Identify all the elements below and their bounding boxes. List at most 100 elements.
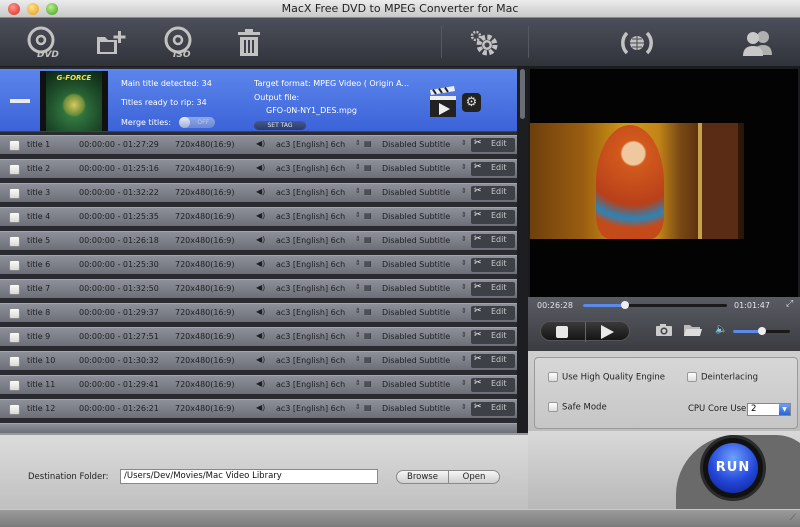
browse-button[interactable]: Browse xyxy=(396,470,449,484)
title-row[interactable]: title 5 00:00:00 - 01:26:18 720x480(16:9) ◀… xyxy=(0,231,517,250)
subtitle-select[interactable]: Disabled Subtitle xyxy=(382,404,450,413)
deinterlacing-checkbox[interactable] xyxy=(687,372,697,382)
title-checkbox[interactable] xyxy=(9,332,20,343)
edit-button[interactable]: ✂ Edit xyxy=(471,402,515,416)
title-row[interactable]: title 10 00:00:00 - 01:30:32 720x480(16:9)… xyxy=(0,351,517,370)
subtitle-select[interactable]: Disabled Subtitle xyxy=(382,284,450,293)
subtitle-select[interactable]: Disabled Subtitle xyxy=(382,188,450,197)
subtitle-stepper-icon[interactable]: ⇕ xyxy=(461,235,467,243)
title-checkbox[interactable] xyxy=(9,308,20,319)
safe-mode-option[interactable]: Safe Mode xyxy=(548,402,607,413)
title-row[interactable]: title 9 00:00:00 - 01:27:51 720x480(16:9) ◀… xyxy=(0,327,517,346)
title-row[interactable]: title 11 00:00:00 - 01:29:41 720x480(16:9)… xyxy=(0,375,517,394)
load-iso-button[interactable]: ISO xyxy=(156,24,202,62)
play-button[interactable] xyxy=(601,325,614,339)
subtitle-stepper-icon[interactable]: ⇕ xyxy=(461,379,467,387)
audio-track-select[interactable]: ac3 [English] 6ch xyxy=(276,332,345,341)
add-folder-button[interactable] xyxy=(88,24,134,62)
collapse-button[interactable] xyxy=(10,99,30,103)
subtitle-stepper-icon[interactable]: ⇕ xyxy=(461,283,467,291)
title-row[interactable]: title 6 00:00:00 - 01:25:30 720x480(16:9) ◀… xyxy=(0,255,517,274)
title-checkbox[interactable] xyxy=(9,380,20,391)
target-format-button[interactable] xyxy=(428,86,458,118)
about-button[interactable] xyxy=(735,24,781,62)
destination-folder-input[interactable]: /Users/Dev/Movies/Mac Video Library xyxy=(120,469,378,484)
stop-button[interactable] xyxy=(556,326,568,338)
audio-track-select[interactable]: ac3 [English] 6ch xyxy=(276,380,345,389)
subtitle-stepper-icon[interactable]: ⇕ xyxy=(461,139,467,147)
audio-stepper-icon[interactable]: ⇕ xyxy=(355,283,361,291)
minimize-window-button[interactable] xyxy=(27,3,39,15)
subtitle-stepper-icon[interactable]: ⇕ xyxy=(461,163,467,171)
audio-track-select[interactable]: ac3 [English] 6ch xyxy=(276,140,345,149)
audio-stepper-icon[interactable]: ⇕ xyxy=(355,211,361,219)
audio-stepper-icon[interactable]: ⇕ xyxy=(355,379,361,387)
title-row[interactable]: title 1 00:00:00 - 01:27:29 720x480(16:9) ◀… xyxy=(0,135,517,154)
audio-track-select[interactable]: ac3 [English] 6ch xyxy=(276,308,345,317)
camera-snapshot-icon[interactable] xyxy=(655,323,673,337)
edit-button[interactable]: ✂ Edit xyxy=(471,186,515,200)
subtitle-stepper-icon[interactable]: ⇕ xyxy=(461,211,467,219)
high-quality-engine-option[interactable]: Use High Quality Engine xyxy=(548,372,665,383)
open-folder-icon[interactable] xyxy=(683,323,703,337)
close-window-button[interactable] xyxy=(8,3,20,15)
title-checkbox[interactable] xyxy=(9,188,20,199)
title-row[interactable]: title 8 00:00:00 - 01:29:37 720x480(16:9) ◀… xyxy=(0,303,517,322)
title-row[interactable]: title 4 00:00:00 - 01:25:35 720x480(16:9) ◀… xyxy=(0,207,517,226)
title-checkbox[interactable] xyxy=(9,212,20,223)
subtitle-select[interactable]: Disabled Subtitle xyxy=(382,260,450,269)
audio-stepper-icon[interactable]: ⇕ xyxy=(355,163,361,171)
edit-button[interactable]: ✂ Edit xyxy=(471,282,515,296)
subtitle-select[interactable]: Disabled Subtitle xyxy=(382,332,450,341)
audio-track-select[interactable]: ac3 [English] 6ch xyxy=(276,212,345,221)
audio-stepper-icon[interactable]: ⇕ xyxy=(355,187,361,195)
title-checkbox[interactable] xyxy=(9,236,20,247)
audio-stepper-icon[interactable]: ⇕ xyxy=(355,403,361,411)
subtitle-select[interactable]: Disabled Subtitle xyxy=(382,140,450,149)
audio-track-select[interactable]: ac3 [English] 6ch xyxy=(276,356,345,365)
title-row[interactable]: title 7 00:00:00 - 01:32:50 720x480(16:9) ◀… xyxy=(0,279,517,298)
title-list-scrollbar[interactable] xyxy=(517,67,528,433)
title-row[interactable]: title 12 00:00:00 - 01:26:21 720x480(16:9)… xyxy=(0,399,517,418)
merge-titles-toggle[interactable]: OFF xyxy=(179,117,215,128)
subtitle-stepper-icon[interactable]: ⇕ xyxy=(461,187,467,195)
title-checkbox[interactable] xyxy=(9,404,20,415)
edit-button[interactable]: ✂ Edit xyxy=(471,234,515,248)
settings-button[interactable] xyxy=(462,24,508,62)
safe-mode-checkbox[interactable] xyxy=(548,402,558,412)
edit-button[interactable]: ✂ Edit xyxy=(471,378,515,392)
seek-slider[interactable] xyxy=(583,301,727,309)
title-checkbox[interactable] xyxy=(9,284,20,295)
resize-grip-icon[interactable]: ⟋ xyxy=(790,513,796,523)
audio-stepper-icon[interactable]: ⇕ xyxy=(355,235,361,243)
subtitle-select[interactable]: Disabled Subtitle xyxy=(382,380,450,389)
load-dvd-button[interactable]: DVD xyxy=(20,24,66,62)
subtitle-select[interactable]: Disabled Subtitle xyxy=(382,236,450,245)
open-button[interactable]: Open xyxy=(449,470,500,484)
run-button[interactable]: RUN xyxy=(700,435,766,501)
format-settings-gear-icon[interactable]: ⚙ xyxy=(462,93,481,112)
check-update-button[interactable] xyxy=(614,24,660,62)
title-row[interactable]: title 2 00:00:00 - 01:25:16 720x480(16:9) ◀… xyxy=(0,159,517,178)
edit-button[interactable]: ✂ Edit xyxy=(471,138,515,152)
edit-button[interactable]: ✂ Edit xyxy=(471,306,515,320)
subtitle-select[interactable]: Disabled Subtitle xyxy=(382,212,450,221)
subtitle-stepper-icon[interactable]: ⇕ xyxy=(461,307,467,315)
title-checkbox[interactable] xyxy=(9,164,20,175)
audio-stepper-icon[interactable]: ⇕ xyxy=(355,331,361,339)
deinterlacing-option[interactable]: Deinterlacing xyxy=(687,372,758,383)
subtitle-stepper-icon[interactable]: ⇕ xyxy=(461,355,467,363)
edit-button[interactable]: ✂ Edit xyxy=(471,330,515,344)
subtitle-select[interactable]: Disabled Subtitle xyxy=(382,164,450,173)
volume-slider-knob[interactable] xyxy=(757,327,766,335)
subtitle-select[interactable]: Disabled Subtitle xyxy=(382,356,450,365)
audio-stepper-icon[interactable]: ⇕ xyxy=(355,355,361,363)
title-checkbox[interactable] xyxy=(9,140,20,151)
seek-slider-knob[interactable] xyxy=(620,301,629,309)
edit-button[interactable]: ✂ Edit xyxy=(471,258,515,272)
edit-button[interactable]: ✂ Edit xyxy=(471,354,515,368)
audio-track-select[interactable]: ac3 [English] 6ch xyxy=(276,164,345,173)
edit-button[interactable]: ✂ Edit xyxy=(471,210,515,224)
title-checkbox[interactable] xyxy=(9,356,20,367)
zoom-window-button[interactable] xyxy=(46,3,58,15)
